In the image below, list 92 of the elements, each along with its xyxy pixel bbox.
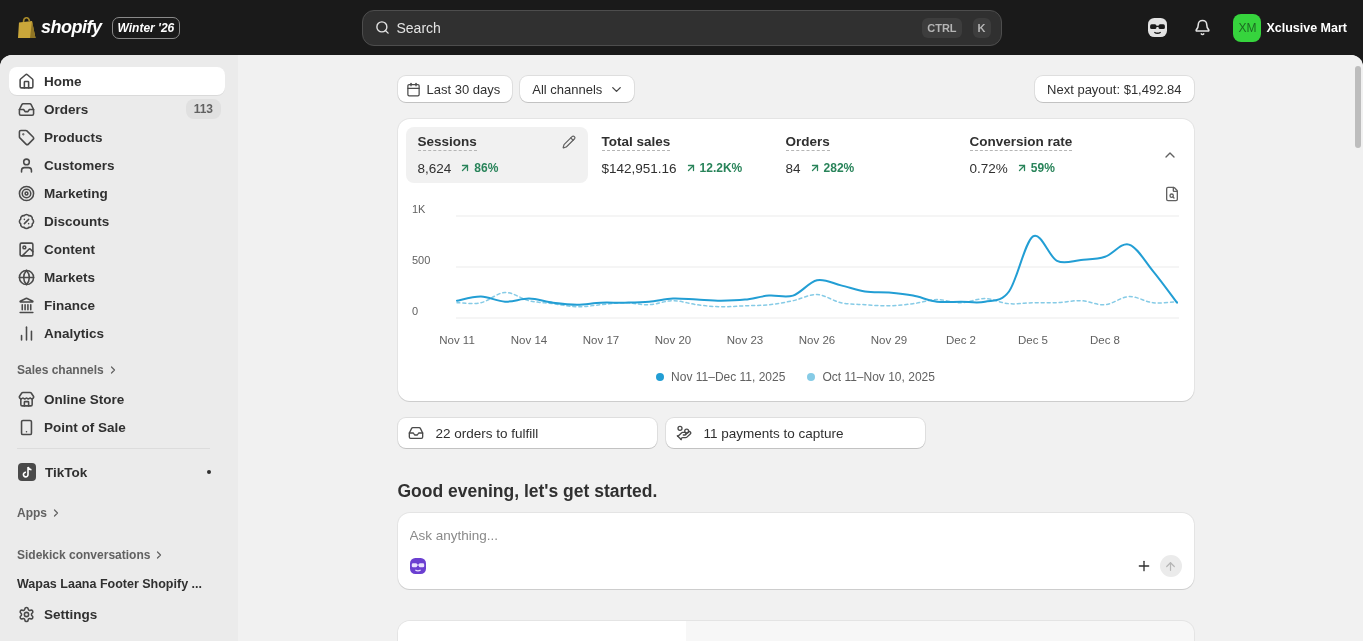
nav-item[interactable]: Marketing [9,179,225,207]
notification-bell-icon[interactable] [1194,19,1212,36]
percent-badge-icon [18,212,35,230]
metric-value: 8,624 [417,160,452,176]
nav-item[interactable]: Analytics [9,319,225,347]
nav-item[interactable]: Wapas Laana Footer Shopify ... [9,570,225,598]
store-avatar[interactable]: XM [1233,13,1262,42]
axis-label: Nov 11 [438,334,475,346]
scrollbar-thumb[interactable] [1355,66,1361,148]
task-button[interactable]: 22 orders to fulfill [397,418,657,448]
shortcut-key: K [972,17,991,38]
image-icon [18,240,35,258]
metric-change: 86% [474,161,499,175]
target-icon [18,184,35,202]
axis-label: Nov 17 [582,334,619,346]
axis-label: Nov 26 [798,334,835,346]
metric-tile[interactable]: Orders 84 282% [773,127,956,183]
legend-label: Nov 11–Dec 11, 2025 [671,370,786,384]
channel-dropdown[interactable]: All channels [520,76,635,102]
nav-item[interactable]: Discounts [9,207,225,235]
axis-label: Nov 14 [510,334,547,346]
metric-label: Conversion rate [969,133,1073,151]
nav-item[interactable]: Orders 113 [9,95,225,123]
bar-chart-icon [18,324,35,342]
metric-value: $142,951.16 [601,160,677,176]
section-link[interactable]: Sales channels [9,360,119,380]
home-icon [18,72,35,90]
count-badge: 113 [185,99,221,119]
hand-coins-icon [675,425,692,441]
axis-label: 500 [411,254,430,266]
search-field[interactable]: Search CTRL K [361,9,1002,46]
logo-wordmark: shopify [41,17,102,38]
metric-tile[interactable]: Sessions 8,624 86% [405,127,588,183]
inbox-icon [407,425,424,441]
search-input[interactable]: Search [396,17,912,38]
metric-change: 282% [823,161,855,175]
axis-label: Dec 2 [945,334,976,346]
date-range-button[interactable]: Last 30 days [397,76,513,102]
shortcut-key: CTRL [922,17,962,38]
section-link[interactable]: Apps [9,503,62,523]
globe-icon [18,268,35,286]
payout-button[interactable]: Next payout: $1,492.84 [1035,76,1194,102]
metric-label: Total sales [601,133,671,151]
music-note-icon [18,463,36,481]
pencil-icon[interactable] [561,135,576,149]
nav-item[interactable]: Markets [9,263,225,291]
nav-item[interactable]: Products [9,123,225,151]
phone-icon [18,418,35,436]
greeting-heading: Good evening, let's get started. [397,480,659,503]
axis-label: Nov 29 [870,334,907,346]
shopping-bag-logo [18,16,36,39]
axis-label: Nov 23 [726,334,763,346]
metric-change: 59% [1030,161,1055,175]
axis-label: 0 [411,305,418,317]
nav-item[interactable]: Online Store [9,385,225,413]
file-search-icon[interactable] [1163,186,1180,202]
axis-label: Nov 20 [654,334,691,346]
store-icon [18,390,35,408]
person-icon [18,156,35,174]
store-name[interactable]: Xclusive Mart [1266,20,1347,35]
section-link[interactable]: Sidekick conversations [9,545,166,565]
metric-tile[interactable]: Total sales $142,951.16 12.2K% [589,127,772,183]
legend-label: Oct 11–Nov 10, 2025 [822,370,935,384]
settings-icon [18,605,35,623]
nav-item[interactable]: Home [9,67,225,95]
bank-icon [18,296,35,314]
nav-item[interactable]: Content [9,235,225,263]
search-icon [374,20,390,35]
metric-change: 12.2K% [699,161,743,175]
ask-field[interactable]: Ask anything... [397,513,1194,589]
metric-label: Sessions [417,133,477,151]
nav-item[interactable]: Finance [9,291,225,319]
axis-label: Dec 8 [1089,334,1120,346]
glasses-face-icon[interactable] [409,558,426,574]
metric-tile[interactable]: Conversion rate 0.72% 59% [957,127,1140,183]
calendar-icon [405,81,421,97]
nav-item[interactable]: TikTok [9,458,225,486]
edition-badge: Winter '26 [111,16,181,39]
ask-input[interactable]: Ask anything... [409,525,1182,545]
axis-label: 1K [411,203,425,215]
nav-item[interactable]: Point of Sale [9,413,225,441]
inbox-icon [18,100,35,118]
tag-icon [18,128,35,146]
task-button[interactable]: 11 payments to capture [665,418,925,448]
metric-value: 0.72% [969,160,1008,176]
glasses-face-icon[interactable] [1148,18,1168,37]
metric-label: Orders [785,133,830,151]
axis-label: Dec 5 [1017,334,1048,346]
nav-item[interactable]: Customers [9,151,225,179]
nav-item[interactable]: Settings [9,600,225,628]
arrow-up-icon [1164,559,1177,573]
metric-value: 84 [785,160,801,176]
